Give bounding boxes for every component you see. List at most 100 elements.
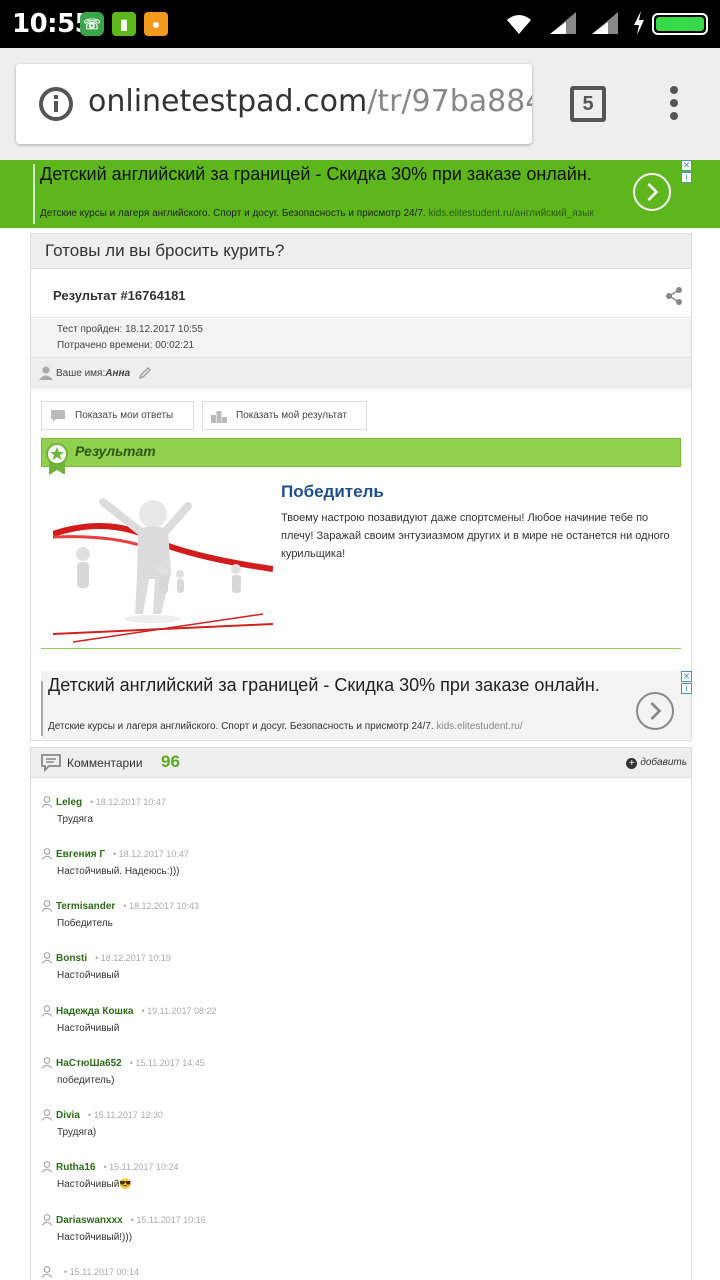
edit-pencil-icon[interactable] bbox=[138, 366, 152, 380]
info-icon[interactable] bbox=[38, 86, 74, 122]
comment-item: Rutha16 • 15.11.2017 10:24 Настойчивый😎 bbox=[41, 1161, 661, 1211]
user-icon bbox=[41, 1214, 53, 1226]
result-heading-bar: Результат bbox=[41, 438, 681, 475]
ad-close-icon[interactable]: ✕ bbox=[681, 160, 692, 171]
show-answers-button[interactable]: Показать мои ответы bbox=[41, 401, 194, 430]
comment-text: победитель) bbox=[57, 1075, 115, 1086]
ad-arrow-icon[interactable] bbox=[633, 173, 671, 211]
award-badge-icon bbox=[46, 443, 68, 475]
comments-section: Комментарии 96 + добавить Leleg • 18.12.20… bbox=[30, 747, 692, 1280]
signal-2-icon bbox=[592, 12, 618, 34]
wifi-icon bbox=[507, 15, 531, 34]
finish-line-illustration bbox=[53, 474, 273, 644]
comment-author[interactable]: НаСтюШа652 bbox=[56, 1058, 122, 1069]
user-icon bbox=[41, 952, 53, 964]
user-icon bbox=[41, 1161, 53, 1173]
signal-icon bbox=[550, 12, 576, 34]
comment-item: Надежда Кошка • 19.11.2017 08:22 Настойчив… bbox=[41, 1005, 661, 1055]
user-icon bbox=[41, 796, 53, 808]
chat-app-icon: ● bbox=[144, 12, 168, 36]
speech-bubble-icon bbox=[51, 410, 65, 422]
user-icon bbox=[41, 900, 53, 912]
comment-date: 18.12.2017 10:47 bbox=[95, 797, 166, 807]
ad-info-icon[interactable]: i bbox=[681, 172, 692, 183]
inline-ad-banner[interactable]: Детский английский за границей - Скидка … bbox=[41, 671, 692, 739]
comment-author[interactable]: Leleg bbox=[56, 797, 82, 808]
comment-item: • 15.11.2017 00:14 bbox=[41, 1266, 661, 1280]
ad-info-icon[interactable]: i bbox=[681, 683, 692, 694]
test-title: Готовы ли вы бросить курить? bbox=[31, 234, 691, 269]
comment-item: Евгения Г • 18.12.2017 10:47 Настойчивый. … bbox=[41, 848, 661, 898]
comment-icon bbox=[41, 754, 61, 772]
charging-icon bbox=[634, 11, 644, 35]
user-icon bbox=[41, 1057, 53, 1069]
comment-author[interactable]: Termisander bbox=[56, 901, 115, 912]
comment-author[interactable]: Евгения Г bbox=[56, 849, 105, 860]
comment-text: Настойчивый. Надеюсь:))) bbox=[57, 866, 180, 877]
comment-date: 15.11.2017 10:24 bbox=[109, 1162, 179, 1172]
ad-arrow-icon[interactable] bbox=[636, 692, 674, 730]
comment-date: 15.11.2017 14:45 bbox=[135, 1058, 205, 1068]
browser-toolbar: onlinetestpad.com/tr/97ba884 5 bbox=[0, 48, 720, 160]
comment-item: Dariaswanxxx • 15.11.2017 10:16 Настойчивы… bbox=[41, 1214, 661, 1264]
ad-title[interactable]: Детский английский за границей - Скидка … bbox=[48, 675, 608, 696]
url-text[interactable]: onlinetestpad.com/tr/97ba884 bbox=[88, 84, 532, 119]
comment-author[interactable]: Divia bbox=[56, 1110, 80, 1121]
tab-switcher-button[interactable]: 5 bbox=[570, 86, 606, 122]
comment-item: Divia • 15.11.2017 12:30 Трудяга) bbox=[41, 1109, 661, 1159]
passed-date: 18.12.2017 10:55 bbox=[125, 324, 203, 335]
comment-item: НаСтюШа652 • 15.11.2017 14:45 победитель) bbox=[41, 1057, 661, 1107]
ad-title[interactable]: Детский английский за границей - Скидка … bbox=[40, 164, 600, 185]
add-comment-button[interactable]: + добавить bbox=[626, 757, 687, 769]
comment-text: Трудяга) bbox=[57, 1127, 97, 1138]
comment-item: Termisander • 18.12.2017 10:43 Победитель bbox=[41, 900, 661, 950]
whatsapp-icon: ☏ bbox=[80, 12, 104, 36]
result-number: Результат #16764181 bbox=[53, 288, 186, 303]
comment-author[interactable]: Bonsti bbox=[56, 953, 87, 964]
comment-item: Leleg • 18.12.2017 10:47 Трудяга bbox=[41, 796, 661, 846]
comment-item: Bonsti • 18.12.2017 10:19 Настойчивый bbox=[41, 952, 661, 1002]
comment-date: 15.11.2017 00:14 bbox=[69, 1267, 140, 1277]
comment-author[interactable]: Rutha16 bbox=[56, 1162, 95, 1173]
user-icon bbox=[41, 1266, 53, 1278]
comment-date: 18.12.2017 10:19 bbox=[100, 953, 171, 963]
user-name-row: Ваше имя:Анна bbox=[31, 357, 691, 389]
battery-app-icon: ▮ bbox=[112, 12, 136, 36]
user-icon bbox=[41, 848, 53, 860]
comment-date: 15.11.2017 10:16 bbox=[136, 1215, 206, 1225]
user-name: Анна bbox=[105, 368, 131, 379]
comment-date: 15.11.2017 12:30 bbox=[93, 1110, 163, 1120]
comment-text: Настойчивый😎 bbox=[57, 1179, 132, 1190]
ad-subtitle: Детские курсы и лагеря английского. Спор… bbox=[48, 721, 523, 732]
comment-date: 18.12.2017 10:47 bbox=[118, 849, 189, 859]
battery-icon bbox=[652, 13, 708, 35]
ad-subtitle: Детские курсы и лагеря английского. Спор… bbox=[40, 208, 594, 219]
result-title: Победитель bbox=[281, 482, 384, 501]
podium-icon bbox=[211, 411, 227, 423]
time-spent: 00:02:21 bbox=[155, 340, 195, 351]
test-result-card: Готовы ли вы бросить курить? Результат #… bbox=[30, 233, 692, 741]
test-meta: Тест пройден: 18.12.2017 10:55 Потрачено… bbox=[31, 319, 691, 357]
address-bar[interactable]: onlinetestpad.com/tr/97ba884 bbox=[16, 64, 532, 144]
user-icon bbox=[39, 366, 53, 380]
browser-menu-button[interactable] bbox=[664, 86, 684, 126]
comment-author[interactable]: Dariaswanxxx bbox=[56, 1215, 123, 1226]
comment-text: Настойчивый bbox=[57, 970, 120, 981]
comment-date: 19.11.2017 08:22 bbox=[147, 1006, 217, 1016]
ad-close-icon[interactable]: ✕ bbox=[681, 671, 692, 682]
comment-text: Победитель bbox=[57, 918, 113, 929]
show-result-button[interactable]: Показать мой результат bbox=[202, 401, 367, 430]
status-bar: 10:55 ☏ ▮ ● bbox=[0, 0, 720, 48]
comment-author[interactable]: Надежда Кошка bbox=[56, 1006, 133, 1017]
user-icon bbox=[41, 1109, 53, 1121]
comments-count: 96 bbox=[161, 752, 180, 771]
comment-date: 18.12.2017 10:43 bbox=[128, 901, 200, 911]
user-icon bbox=[41, 1005, 53, 1017]
share-icon[interactable] bbox=[665, 286, 683, 306]
result-description: Твоему настрою позавидуют даже спортсмен… bbox=[281, 512, 670, 560]
comment-text: Трудяга bbox=[57, 814, 93, 825]
top-ad-banner[interactable]: Детский английский за границей - Скидка … bbox=[0, 160, 720, 228]
comments-label: Комментарии bbox=[67, 756, 143, 770]
comment-text: Настойчивый bbox=[57, 1023, 120, 1034]
comment-text: Настойчивый!))) bbox=[57, 1232, 133, 1243]
